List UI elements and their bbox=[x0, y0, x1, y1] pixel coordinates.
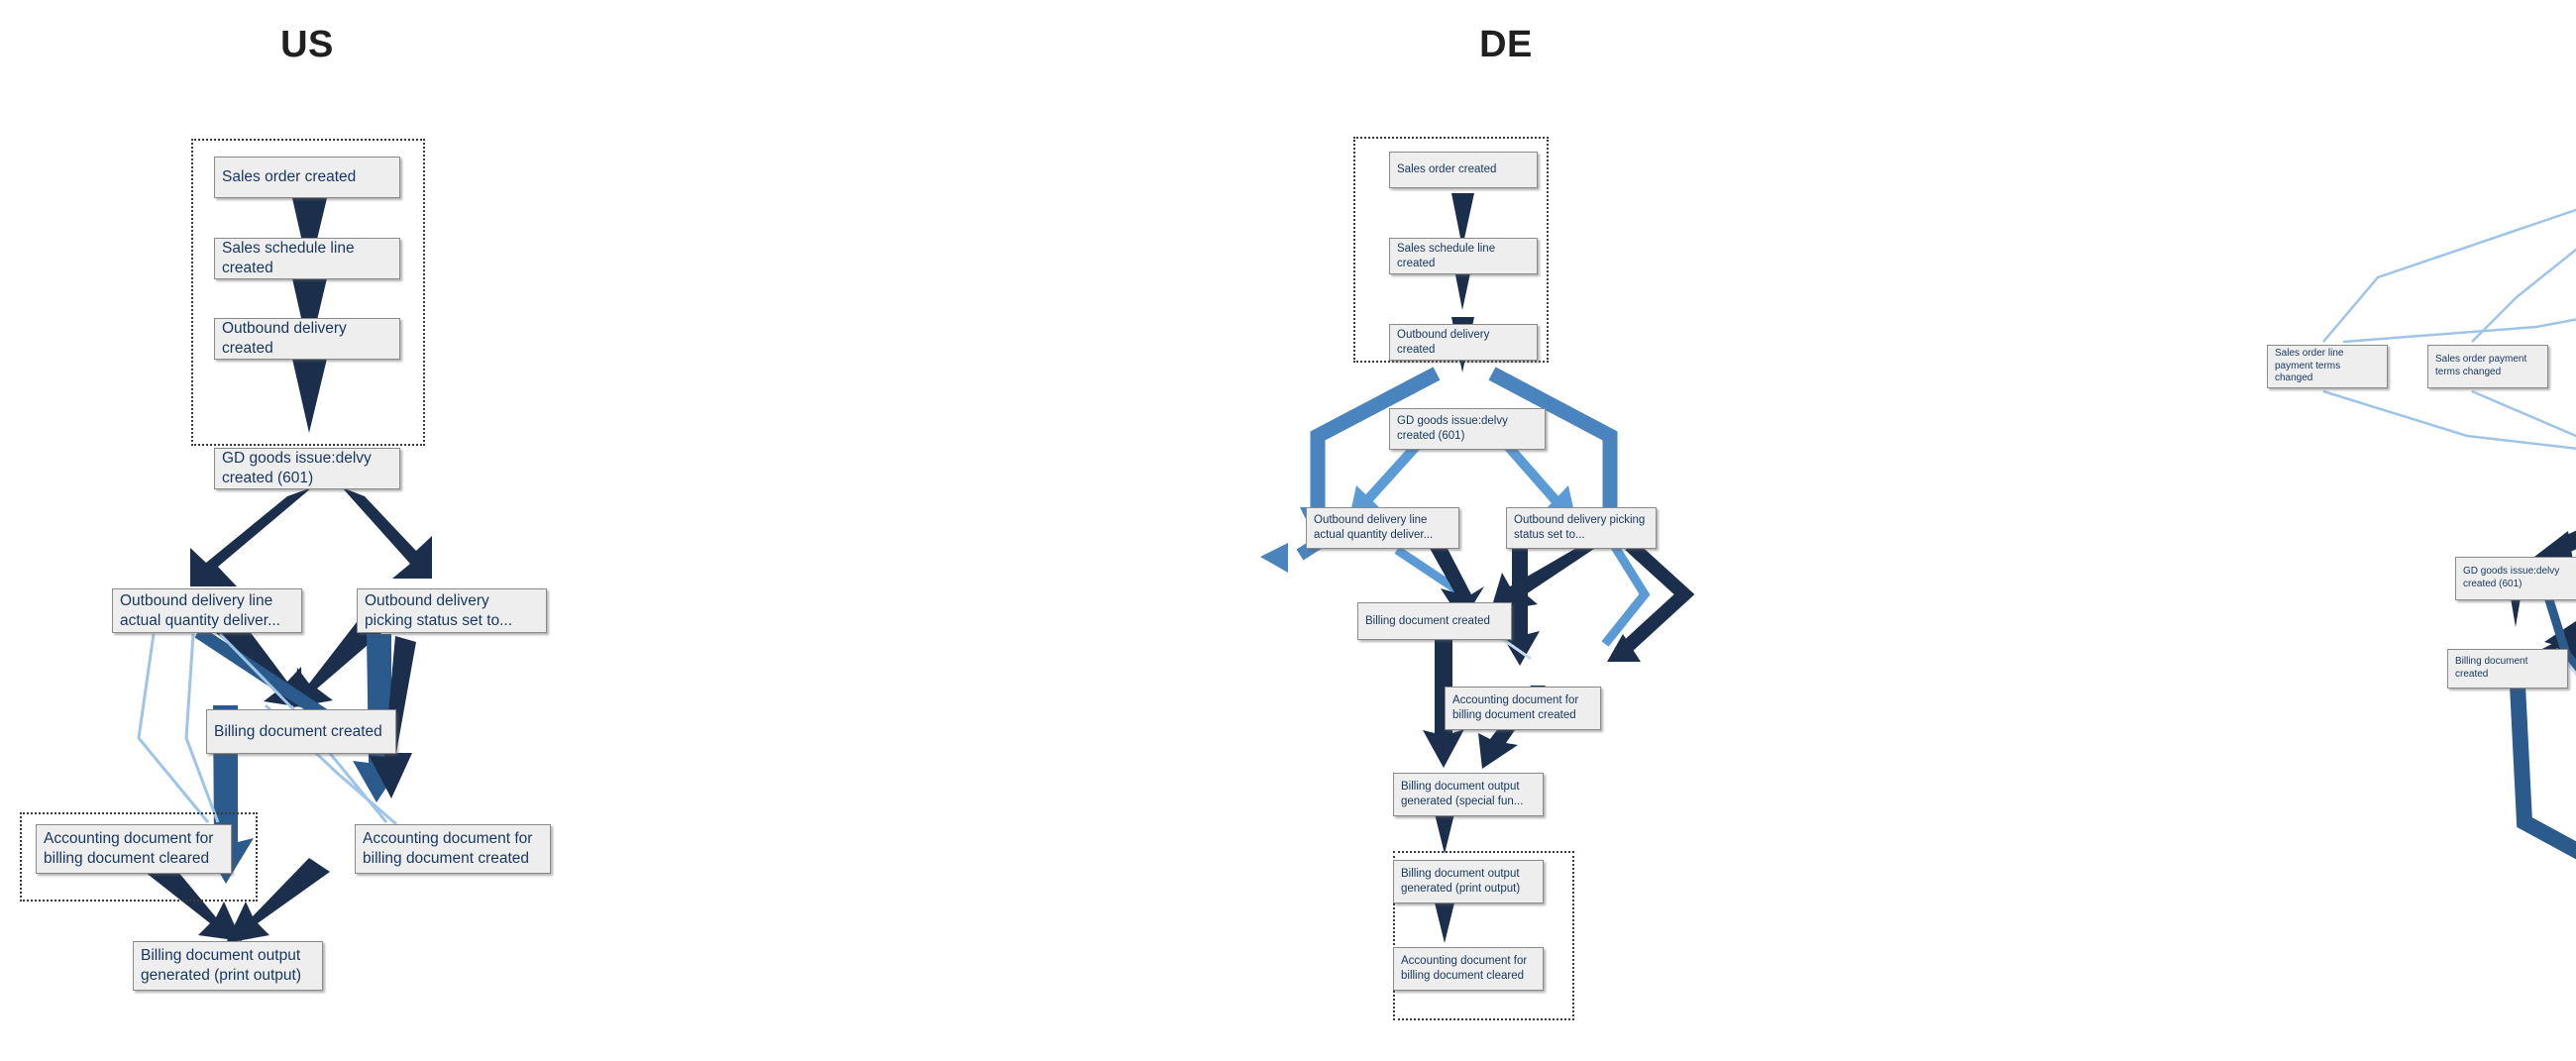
edges-uk bbox=[1942, 0, 2576, 1061]
node-accounting-document-cleared[interactable]: Accounting document for billing document… bbox=[36, 824, 232, 874]
panel-title-us: US bbox=[280, 24, 334, 65]
panel-us: US Sales order created Sales schedule li… bbox=[0, 0, 614, 1061]
node-billing-document-output-print[interactable]: Billing document output generated (print… bbox=[133, 941, 323, 991]
process-comparison-canvas: US Sales order created Sales schedule li… bbox=[0, 0, 2576, 1061]
node-sales-order-created[interactable]: Sales order created bbox=[214, 157, 400, 198]
node-outbound-delivery-line-actual-quantity[interactable]: Outbound delivery line actual quantity d… bbox=[112, 588, 302, 633]
node-gd-goods-issue-created[interactable]: GD goods issue:delvy created (601) bbox=[214, 448, 400, 489]
node-billing-document-created[interactable]: Billing document created bbox=[206, 709, 396, 754]
node-outbound-delivery-created[interactable]: Outbound delivery created bbox=[214, 318, 400, 360]
panel-uk: UK bbox=[1942, 0, 2576, 1061]
node-outbound-delivery-picking-status[interactable]: Outbound delivery picking status set to.… bbox=[357, 588, 547, 633]
node-sales-schedule-line-created[interactable]: Sales schedule line created bbox=[214, 238, 400, 279]
panel-de: DE Sales order created Sales schedule li… bbox=[634, 0, 1695, 1061]
node-accounting-document-created[interactable]: Accounting document for billing document… bbox=[355, 824, 551, 874]
panel-it: IT bbox=[1129, 0, 2576, 1061]
